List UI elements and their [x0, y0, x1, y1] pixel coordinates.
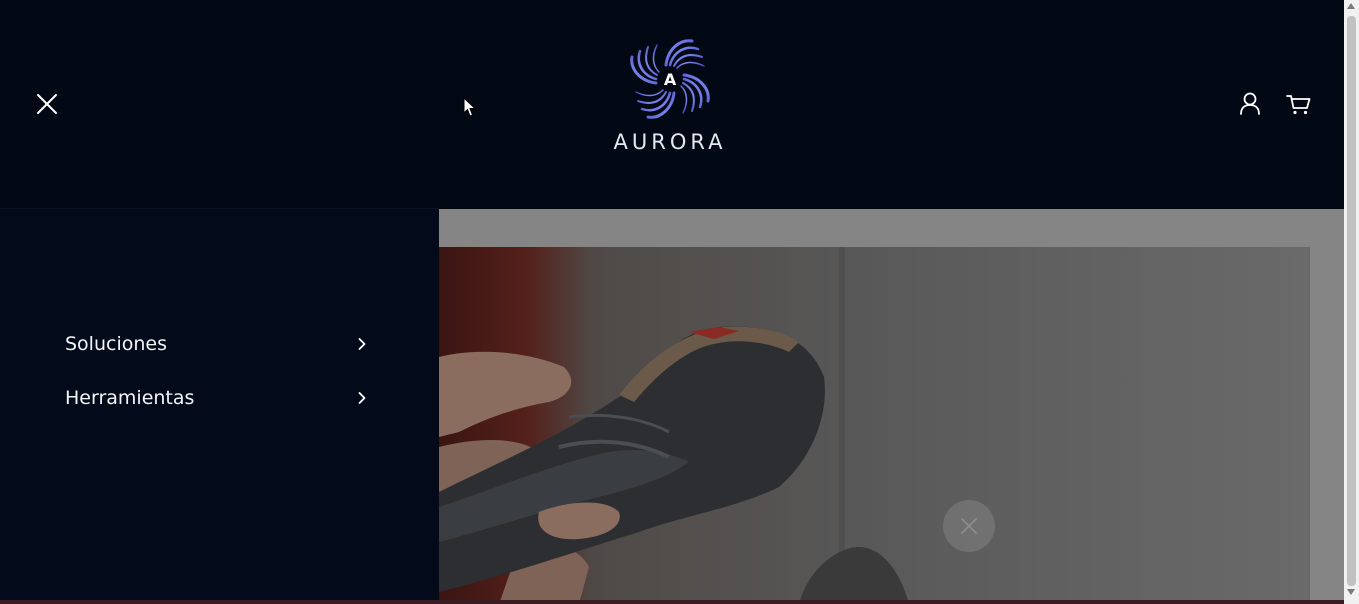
- hero-banner: [439, 247, 1310, 604]
- scroll-down-arrow-icon[interactable]: [1347, 589, 1355, 595]
- card-payment-terminal-photo: [439, 247, 1310, 604]
- dimmed-overlay[interactable]: [439, 209, 1344, 604]
- brand-name: AURORA: [613, 130, 727, 154]
- chevron-right-icon: [358, 392, 366, 404]
- page-bottom-edge: [0, 600, 1344, 604]
- scroll-thumb[interactable]: [1347, 16, 1356, 586]
- menu-item-herramientas[interactable]: Herramientas: [65, 371, 375, 425]
- vertical-scrollbar[interactable]: [1344, 0, 1359, 604]
- brand-logo[interactable]: A AURORA: [604, 34, 736, 160]
- site-header: A AURORA: [0, 0, 1344, 208]
- close-icon: [37, 94, 57, 114]
- page: A AURORA Soluciones Herramientas: [0, 0, 1359, 604]
- user-icon: [1240, 92, 1260, 115]
- drawer-menu: Soluciones Herramientas: [65, 317, 375, 425]
- menu-item-label: Herramientas: [65, 386, 195, 409]
- close-icon: [961, 518, 977, 534]
- hero-close-button[interactable]: [943, 500, 995, 552]
- mouse-cursor-icon: [463, 97, 477, 117]
- close-menu-button[interactable]: [32, 89, 62, 119]
- menu-item-label: Soluciones: [65, 332, 167, 355]
- aurora-emblem-icon: A: [630, 39, 710, 119]
- emblem-letter: A: [664, 70, 677, 89]
- cart-icon: [1286, 95, 1311, 115]
- account-button[interactable]: [1237, 91, 1263, 117]
- scroll-up-arrow-icon[interactable]: [1347, 3, 1355, 9]
- menu-item-soluciones[interactable]: Soluciones: [65, 317, 375, 371]
- navigation-drawer: Soluciones Herramientas: [0, 208, 439, 604]
- chevron-right-icon: [358, 338, 366, 350]
- cart-button[interactable]: [1285, 91, 1313, 117]
